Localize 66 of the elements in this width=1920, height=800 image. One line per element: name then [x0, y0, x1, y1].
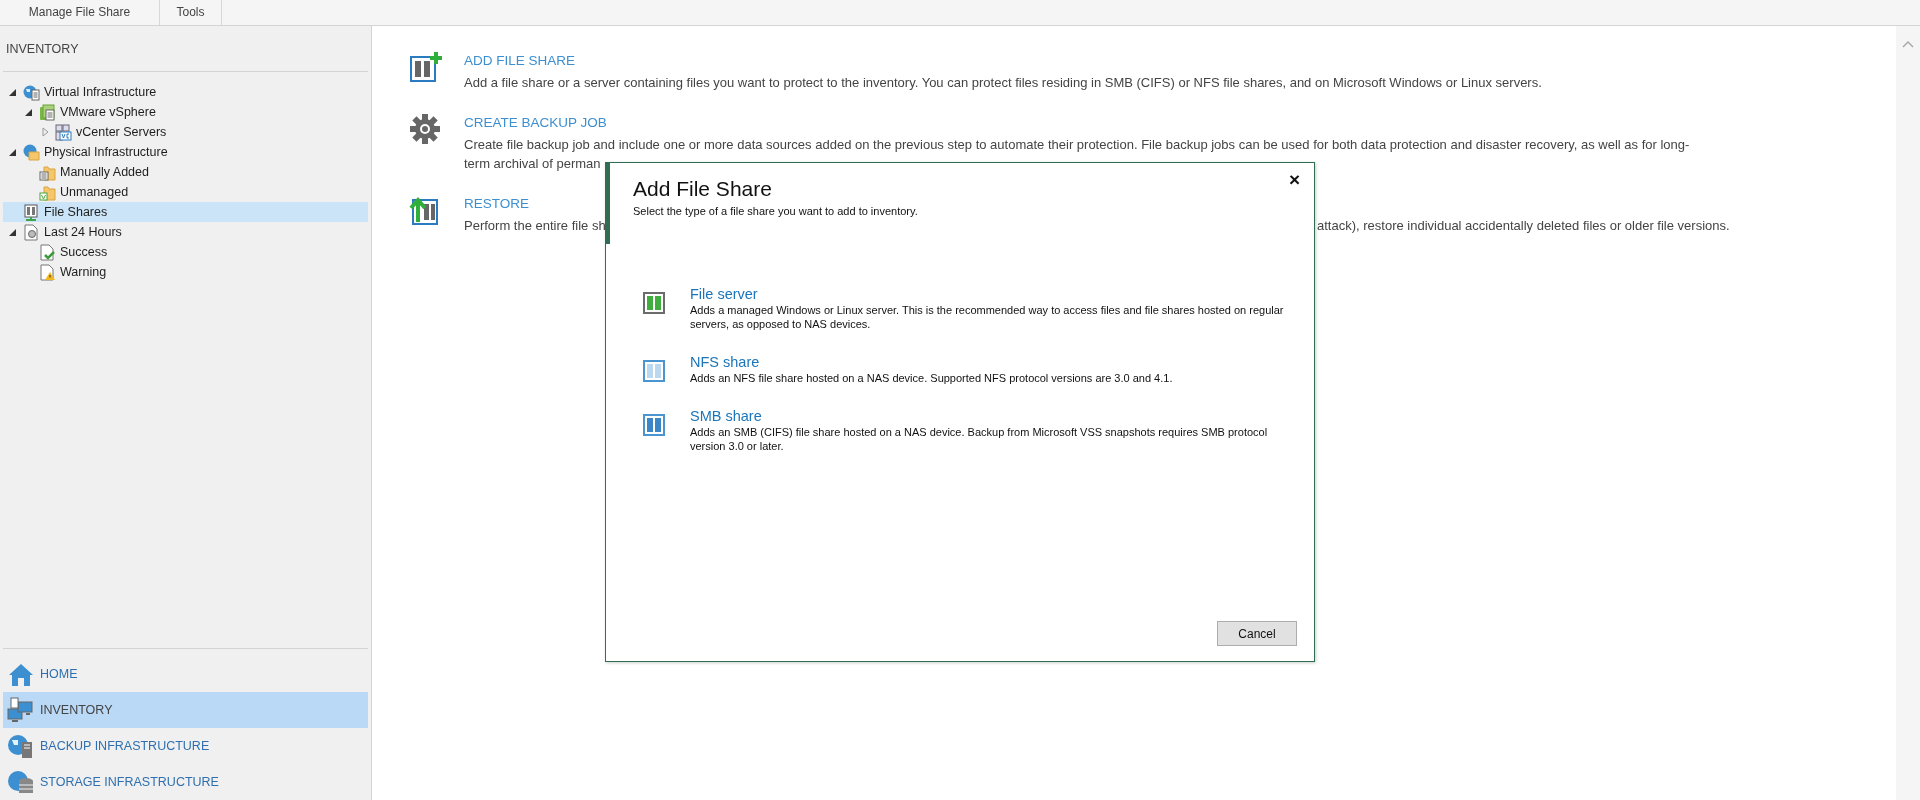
sidebar-header: INVENTORY — [5, 41, 80, 58]
action-description: Add a file share or a server containing files you want to protect to the inventory. You can protect files residing in SMB (CIFS) or NFS file shares, and on Microsoft Windows or Linux servers. — [464, 75, 1542, 90]
tree-label: vCenter Servers — [76, 125, 167, 139]
option-description: Adds an SMB (CIFS) file share hosted on a NAS device. Backup from Microsoft VSS snapshots requires SMB protocol version 3.0 or later. — [690, 425, 1269, 453]
tree-item[interactable]: vCenter Servers — [3, 122, 368, 142]
option-description: Adds an NFS file share hosted on a NAS device. Supported NFS protocol versions are 3.0 and 4.1. — [690, 371, 1174, 385]
cancel-button[interactable]: Cancel — [1217, 621, 1297, 646]
scroll-up-icon — [1902, 40, 1914, 48]
tree-label: Success — [60, 245, 108, 259]
ribbon-group-label: Manage File Share — [0, 0, 160, 25]
tree-label: File Shares — [44, 205, 108, 219]
action-description: Perform the entire file sh — [464, 217, 606, 235]
nav-label: BACKUP INFRASTRUCTURE — [40, 739, 210, 753]
action-link[interactable]: ADD FILE SHARE — [464, 53, 576, 68]
tree-label: VMware vSphere — [60, 105, 156, 119]
globe-server-icon — [7, 732, 34, 760]
tree-label: Unmanaged — [60, 185, 129, 199]
nav-item[interactable]: HOME — [3, 656, 368, 692]
close-button[interactable]: × — [1284, 169, 1304, 191]
action-description: term archival of perman — [464, 156, 601, 171]
nav-label: INVENTORY — [40, 703, 113, 717]
share-icon — [643, 414, 665, 436]
tree-item[interactable]: Manually Added — [3, 162, 368, 182]
tree-label: Physical Infrastructure — [44, 145, 168, 159]
option-link[interactable]: NFS share — [690, 354, 760, 370]
tree-label: Virtual Infrastructure — [44, 85, 157, 99]
nav-item[interactable]: STORAGE INFRASTRUCTURE — [3, 764, 368, 800]
globe-server-icon — [23, 83, 40, 101]
nav-item[interactable]: INVENTORY — [3, 692, 368, 728]
tree-item[interactable]: VMware vSphere — [3, 102, 368, 122]
server-rack-icon — [55, 123, 72, 141]
nav-label: STORAGE INFRASTRUCTURE — [40, 775, 219, 789]
action-description: attack), restore individual accidentally deleted files or older file versions. — [1317, 217, 1730, 235]
dialog-title: Add File Share — [633, 177, 772, 201]
option-link[interactable]: File server — [690, 286, 758, 302]
share-icon — [643, 360, 665, 382]
gear-icon — [409, 113, 443, 145]
computers-icon — [7, 696, 34, 724]
folder-server-icon — [39, 163, 56, 181]
dialog-subtitle: Select the type of a file share you want to add to inventory. — [633, 205, 919, 217]
file-share-add-icon — [409, 51, 443, 83]
globe-database-icon — [7, 768, 34, 796]
nav-label: HOME — [40, 667, 78, 681]
tree-item[interactable]: Physical Infrastructure — [3, 142, 368, 162]
folder-icon — [39, 183, 56, 201]
option-link[interactable]: SMB share — [690, 408, 762, 424]
file-share-icon — [23, 203, 40, 221]
scroll-bar[interactable] — [1896, 26, 1920, 800]
tree-label: Last 24 Hours — [44, 225, 122, 239]
option-description: Adds a managed Windows or Linux server. This is the recommended way to access files and file shares hosted on regular servers, as opposed to NAS devices. — [690, 303, 1285, 331]
server-stack-icon — [39, 103, 56, 121]
tree-item[interactable]: Virtual Infrastructure — [3, 82, 368, 102]
file-server-icon — [643, 292, 665, 314]
ribbon-group-label: Tools — [160, 0, 222, 25]
tree-label: Warning — [60, 265, 107, 279]
tree-label: Manually Added — [60, 165, 149, 179]
tree-item[interactable]: Warning — [3, 262, 368, 282]
report-warning-icon — [39, 263, 56, 281]
tree-item[interactable]: Success — [3, 242, 368, 262]
nav-item[interactable]: BACKUP INFRASTRUCTURE — [3, 728, 368, 764]
globe-folder-icon — [23, 143, 40, 161]
tree-item[interactable]: Last 24 Hours — [3, 222, 368, 242]
action-description: Create file backup job and include one or more data sources added on the previous step to automate their protection. File backup jobs can be used for both data protection and disaster recovery, as well as for long- — [464, 137, 1690, 152]
tree-item[interactable]: Unmanaged — [3, 182, 368, 202]
report-check-icon — [39, 243, 56, 261]
tree-item[interactable]: File Shares — [3, 202, 368, 222]
